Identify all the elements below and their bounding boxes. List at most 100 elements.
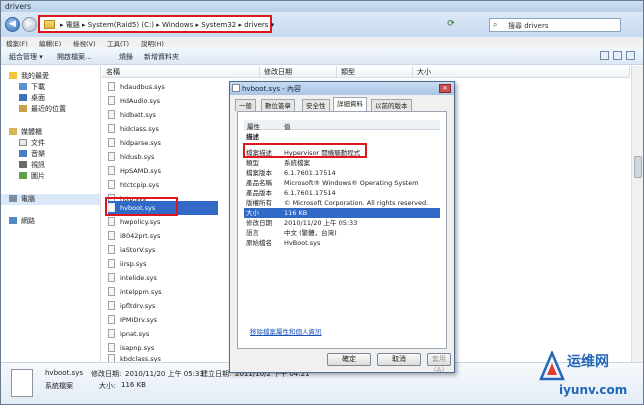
sys-file-icon	[108, 166, 115, 175]
library-icon	[9, 128, 17, 135]
highlight-box-file-description	[243, 143, 367, 158]
sidebar-libraries[interactable]: 媒體櫃	[9, 127, 42, 138]
sys-file-icon	[108, 110, 115, 119]
column-header-type[interactable]: 類型	[337, 66, 413, 78]
vertical-scrollbar[interactable]	[631, 66, 643, 362]
sidebar-computer[interactable]: 電腦	[1, 194, 100, 205]
details-size-value: 116 KB	[121, 381, 146, 389]
apply-button[interactable]: 套用(A)	[427, 353, 451, 374]
list-item[interactable]: i8042prt.sys	[108, 229, 218, 243]
column-header-size[interactable]: 大小	[413, 66, 630, 78]
sidebar-item-desktop[interactable]: 桌面	[19, 93, 45, 104]
breadcrumb[interactable]: ▸ 電腦 ▸ System(Raid5) (C:) ▸ Windows ▸ Sy…	[60, 20, 274, 30]
computer-icon	[9, 195, 17, 202]
search-input[interactable]: ⌕ 搜尋 drivers	[489, 18, 621, 32]
property-row[interactable]: 版權所有 © Microsoft Corporation. All rights …	[244, 198, 440, 208]
tab-digital-signatures[interactable]: 數位簽章	[261, 99, 295, 111]
command-bar: 組合管理 ▾ 開啟檔案... 燒錄 新增資料夾	[1, 47, 643, 65]
dialog-close-button[interactable]: ✕	[439, 84, 451, 93]
file-icon	[232, 84, 240, 92]
burn-button[interactable]: 燒錄	[119, 52, 133, 62]
view-controls	[596, 51, 635, 62]
list-item[interactable]: hidusb.sys	[108, 150, 218, 164]
sys-file-icon	[108, 343, 115, 352]
refresh-icon[interactable]: ⟳	[445, 18, 457, 30]
property-row[interactable]: 類型 系統檔案	[244, 158, 440, 168]
new-folder-button[interactable]: 新增資料夾	[144, 52, 179, 62]
desktop-icon	[19, 94, 27, 101]
back-button[interactable]: ◀	[5, 17, 20, 32]
file-list: hdaudbus.sys HdAudio.sys hidbatt.sys hid…	[102, 80, 222, 363]
details-type: 系統檔案	[45, 382, 73, 390]
list-item[interactable]: iaStorV.sys	[108, 243, 218, 257]
column-header-name[interactable]: 名稱	[102, 66, 260, 78]
list-item[interactable]: intelide.sys	[108, 271, 218, 285]
open-with-button[interactable]: 開啟檔案...	[57, 52, 92, 62]
property-row-selected[interactable]: 大小 116 KB	[244, 208, 440, 218]
sys-file-icon	[108, 152, 115, 161]
preview-pane-icon[interactable]	[613, 51, 622, 60]
list-item[interactable]: hidclass.sys	[108, 122, 218, 136]
videos-icon	[19, 161, 27, 168]
dialog-title: hvboot.sys - 內容	[242, 85, 301, 93]
list-item[interactable]: htctcpip.sys	[108, 178, 218, 192]
property-row[interactable]: 檔案版本 6.1.7601.17514	[244, 168, 440, 178]
property-row[interactable]: 產品版本 6.1.7601.17514	[244, 188, 440, 198]
property-row[interactable]: 原始檔名 HvBoot.sys	[244, 238, 440, 248]
sys-file-icon	[108, 124, 115, 133]
tab-general[interactable]: 一般	[235, 99, 256, 111]
column-header-modified[interactable]: 修改日期	[260, 66, 337, 78]
sys-file-icon	[108, 315, 115, 324]
sidebar-item-downloads[interactable]: 下載	[19, 82, 45, 93]
list-item[interactable]: hidparse.sys	[108, 136, 218, 150]
organize-button[interactable]: 組合管理 ▾	[9, 52, 43, 62]
music-icon	[19, 150, 27, 157]
dialog-title-bar: hvboot.sys - 內容 ✕	[230, 82, 454, 95]
list-item[interactable]: HdAudio.sys	[108, 94, 218, 108]
address-field[interactable]: ▸ 電腦 ▸ System(Raid5) (C:) ▸ Windows ▸ Sy…	[38, 15, 274, 33]
list-item[interactable]: intelppm.sys	[108, 285, 218, 299]
tab-security[interactable]: 安全性	[302, 99, 330, 111]
scrollbar-thumb[interactable]	[634, 156, 642, 178]
downloads-icon	[19, 83, 27, 90]
section-description: 描述	[246, 133, 259, 141]
properties-dialog: hvboot.sys - 內容 ✕ 一般 數位簽章 安全性 詳細資料 以前的版本…	[229, 81, 455, 374]
highlight-box-selected-file	[105, 197, 178, 216]
sidebar-item-documents[interactable]: 文件	[19, 138, 45, 149]
explorer-window: drivers ◀ ▶ ▸ 電腦 ▸ System(Raid5) (C:) ▸ …	[0, 0, 644, 405]
sys-file-icon	[108, 301, 115, 310]
menu-bar: 檔案(F) 編輯(E) 檢視(V) 工具(T) 說明(H)	[1, 37, 643, 48]
list-item[interactable]: HpSAMD.sys	[108, 164, 218, 178]
list-item[interactable]: hwpolicy.sys	[108, 215, 218, 229]
property-row[interactable]: 語言 中文 (繁體，台灣)	[244, 228, 440, 238]
watermark: 运维网 iyunv.com	[537, 347, 641, 404]
title-bar: drivers	[1, 1, 643, 12]
list-item[interactable]: ipfltdrv.sys	[108, 299, 218, 313]
remove-properties-link[interactable]: 移除檔案屬性和個人資訊	[250, 326, 322, 336]
list-item[interactable]: ipnat.sys	[108, 327, 218, 341]
property-row[interactable]: 產品名稱 Microsoft® Windows® Operating System	[244, 178, 440, 188]
sidebar-item-videos[interactable]: 視訊	[19, 160, 45, 171]
property-row[interactable]: 修改日期 2010/11/20 上午 05:33	[244, 218, 440, 228]
sidebar-item-pictures[interactable]: 圖片	[19, 171, 45, 182]
tab-details[interactable]: 詳細資料	[333, 97, 367, 112]
sys-file-icon	[108, 217, 115, 226]
cancel-button[interactable]: 取消	[377, 353, 421, 366]
list-item[interactable]: IPMIDrv.sys	[108, 313, 218, 327]
tab-previous-versions[interactable]: 以前的版本	[371, 99, 412, 111]
forward-button[interactable]: ▶	[22, 17, 37, 32]
details-created-label: 建立日期:	[201, 370, 232, 378]
help-icon[interactable]	[626, 51, 635, 60]
view-options-icon[interactable]	[600, 51, 609, 60]
sidebar-network[interactable]: 網路	[9, 216, 35, 227]
file-large-icon	[11, 369, 33, 397]
sidebar-favorites[interactable]: 我的最愛	[9, 71, 49, 82]
list-item[interactable]: hdaudbus.sys	[108, 80, 218, 94]
ok-button[interactable]: 確定	[327, 353, 371, 366]
sidebar-item-music[interactable]: 音樂	[19, 149, 45, 160]
sidebar-item-recent[interactable]: 最近的位置	[19, 104, 66, 115]
header-property: 屬性	[247, 123, 260, 131]
list-item[interactable]: iirsp.sys	[108, 257, 218, 271]
list-item[interactable]: hidbatt.sys	[108, 108, 218, 122]
details-size-label: 大小:	[99, 382, 116, 390]
